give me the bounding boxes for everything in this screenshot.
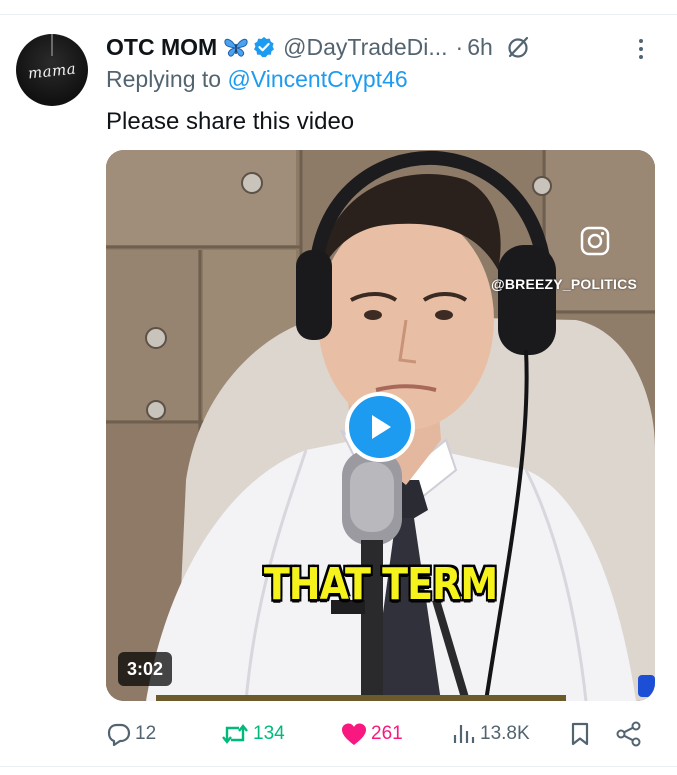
grok-icon[interactable] bbox=[505, 34, 531, 60]
views-icon bbox=[453, 725, 475, 743]
play-icon bbox=[372, 415, 391, 439]
like-count: 261 bbox=[371, 723, 403, 744]
views-count: 13.8K bbox=[480, 723, 530, 744]
avatar[interactable]: mama bbox=[16, 34, 88, 106]
repost-button[interactable]: 134 bbox=[220, 720, 285, 748]
timestamp[interactable]: 6h bbox=[467, 34, 493, 61]
top-divider bbox=[0, 14, 677, 15]
repost-count: 134 bbox=[253, 723, 285, 744]
avatar-lettering: mama bbox=[27, 59, 77, 83]
reply-prefix: Replying to bbox=[106, 66, 222, 92]
views-button[interactable]: 13.8K bbox=[451, 720, 530, 748]
user-handle[interactable]: @DayTradeDi... bbox=[283, 34, 447, 61]
tweet-header: OTC MOM @DayTradeDi... · 6h bbox=[106, 30, 531, 64]
display-name[interactable]: OTC MOM bbox=[106, 34, 217, 61]
tweet-actions: 12 134 261 13.8K bbox=[106, 720, 651, 748]
reply-icon bbox=[107, 723, 131, 747]
video-player[interactable]: @BREEZY_POLITICS THAT TERM 3:02 bbox=[106, 150, 655, 701]
share-icon bbox=[616, 721, 641, 747]
bottom-divider bbox=[0, 766, 677, 767]
bookmark-button[interactable] bbox=[569, 720, 594, 748]
video-watermark: @BREEZY_POLITICS bbox=[491, 276, 637, 292]
repost-icon bbox=[222, 724, 248, 744]
play-button[interactable] bbox=[345, 392, 415, 462]
like-icon bbox=[342, 723, 366, 745]
instagram-icon bbox=[580, 226, 610, 256]
avatar-zipper bbox=[51, 34, 53, 56]
bookmark-icon bbox=[571, 722, 589, 746]
share-button[interactable] bbox=[615, 720, 646, 748]
butterfly-emoji-icon bbox=[224, 38, 248, 57]
video-caption: THAT TERM bbox=[263, 558, 498, 610]
separator-dot: · bbox=[455, 33, 464, 60]
like-button[interactable]: 261 bbox=[340, 720, 403, 748]
replying-to: Replying to @VincentCrypt46 bbox=[106, 66, 408, 93]
more-icon[interactable] bbox=[632, 36, 650, 62]
reply-mention-link[interactable]: @VincentCrypt46 bbox=[227, 66, 407, 92]
verified-badge-icon[interactable] bbox=[253, 36, 275, 58]
reply-count: 12 bbox=[135, 723, 157, 744]
reply-button[interactable]: 12 bbox=[106, 720, 156, 748]
video-duration: 3:02 bbox=[118, 652, 173, 686]
tweet-text: Please share this video bbox=[106, 108, 355, 135]
